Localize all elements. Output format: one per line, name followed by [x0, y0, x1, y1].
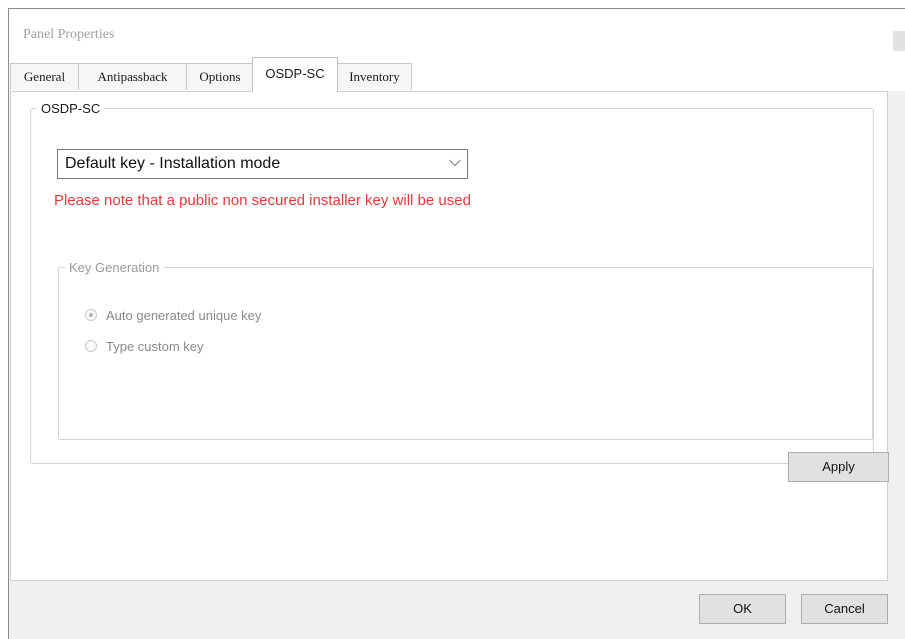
key-mode-selected-value: Default key - Installation mode — [65, 155, 281, 172]
ok-button[interactable]: OK — [699, 594, 786, 624]
installer-key-warning: Please note that a public non secured in… — [54, 192, 471, 209]
osdp-sc-group-label: OSDP-SC — [41, 101, 101, 116]
tab-antipassback[interactable]: Antipassback — [78, 63, 187, 90]
key-mode-dropdown[interactable]: Default key - Installation mode ⌵ — [57, 149, 468, 179]
tab-content-osdp-sc: OSDP-SC Default key - Installation mode … — [10, 91, 889, 581]
radio-auto-generated-key-label: Auto generated unique key — [106, 307, 262, 323]
key-generation-group: Key Generation Auto generated unique key… — [58, 260, 873, 440]
cancel-button[interactable]: Cancel — [801, 594, 888, 624]
chevron-down-icon: ⌵ — [448, 153, 461, 170]
tab-inventory[interactable]: Inventory — [337, 63, 412, 90]
radio-button[interactable] — [85, 340, 97, 352]
osdp-sc-group: OSDP-SC Default key - Installation mode … — [30, 101, 889, 482]
radio-type-custom-key-label: Type custom key — [106, 338, 204, 354]
window-title: Panel Properties — [23, 27, 115, 42]
radio-type-custom-key[interactable]: Type custom key — [85, 336, 204, 356]
apply-button[interactable]: Apply — [788, 452, 889, 482]
radio-auto-generated-key[interactable]: Auto generated unique key — [85, 305, 261, 325]
tab-osdp-sc[interactable]: OSDP-SC — [252, 57, 338, 92]
panel-properties-dialog: Panel Properties General Antipassback Op… — [8, 8, 905, 639]
radio-button-checked[interactable] — [85, 309, 97, 321]
title-bar: Panel Properties — [9, 9, 905, 57]
tab-options[interactable]: Options — [186, 63, 254, 90]
tab-general[interactable]: General — [10, 63, 79, 90]
close-icon[interactable] — [893, 31, 905, 51]
key-generation-group-label: Key Generation — [69, 260, 160, 275]
